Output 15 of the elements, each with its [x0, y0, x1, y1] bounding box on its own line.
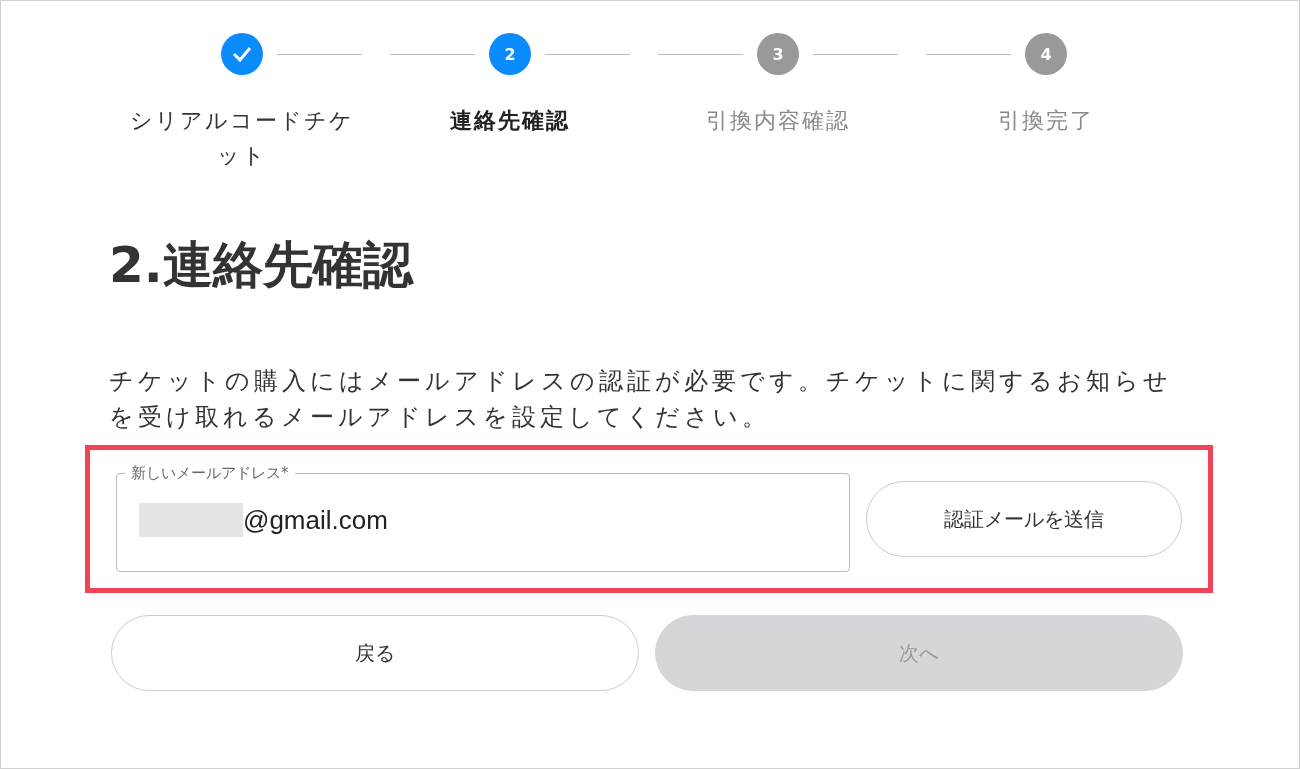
step-label: シリアルコードチケット	[129, 107, 355, 170]
check-icon	[232, 46, 252, 62]
step-circle: 2	[489, 33, 531, 75]
page-heading: 2.連絡先確認	[109, 235, 415, 295]
step-label: 連絡先確認	[450, 107, 570, 135]
step-label: 引換内容確認	[706, 107, 850, 135]
email-field[interactable]: 新しいメールアドレス* @gmail.com	[116, 464, 850, 572]
email-value: @gmail.com	[243, 504, 388, 536]
back-button[interactable]: 戻る	[111, 615, 639, 691]
step-circle: 3	[757, 33, 799, 75]
step-label: 引換完了	[998, 107, 1094, 135]
send-verification-button[interactable]: 認証メールを送信	[865, 481, 1182, 557]
step-circle: 4	[1025, 33, 1067, 75]
field-label: 新しいメールアドレス*	[130, 464, 290, 483]
description-text: チケットの購入にはメールアドレスの認証が必要です。チケットに関するお知らせを受け取れるメールアドレスを設定してください。	[109, 366, 1173, 433]
